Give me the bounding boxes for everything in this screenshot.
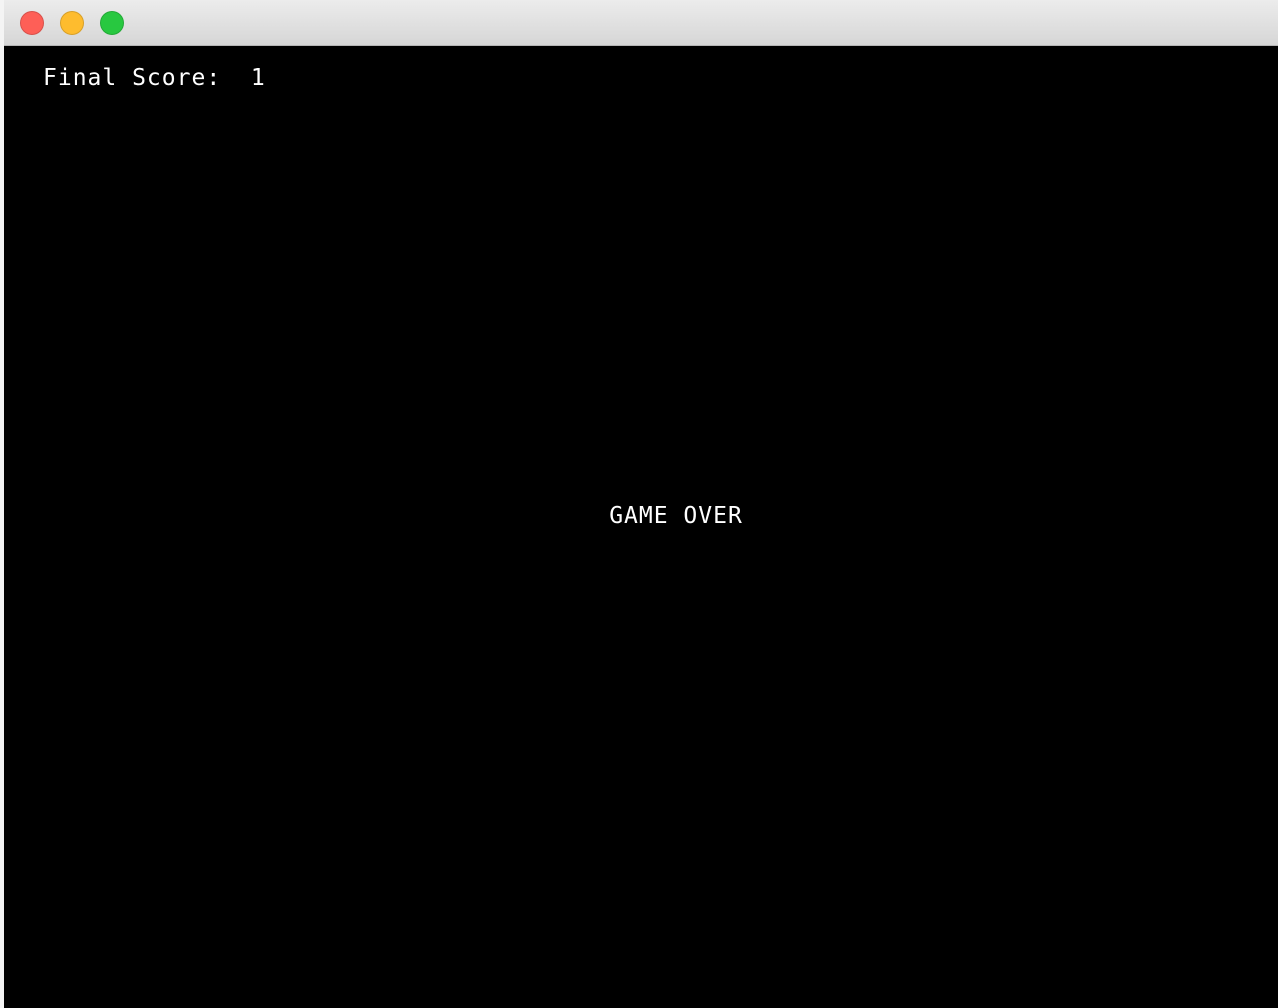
zoom-button[interactable] bbox=[100, 11, 124, 35]
minimize-button[interactable] bbox=[60, 11, 84, 35]
title-bar[interactable] bbox=[4, 0, 1278, 46]
game-over-message: GAME OVER bbox=[609, 503, 743, 529]
final-score-value: 1 bbox=[250, 65, 266, 91]
close-button[interactable] bbox=[20, 11, 44, 35]
final-score: Final Score: 1 bbox=[43, 64, 266, 92]
game-window: Final Score: 1 GAME OVER bbox=[4, 0, 1278, 1008]
final-score-label: Final Score: bbox=[43, 65, 222, 91]
game-canvas[interactable]: Final Score: 1 GAME OVER bbox=[4, 46, 1278, 1008]
